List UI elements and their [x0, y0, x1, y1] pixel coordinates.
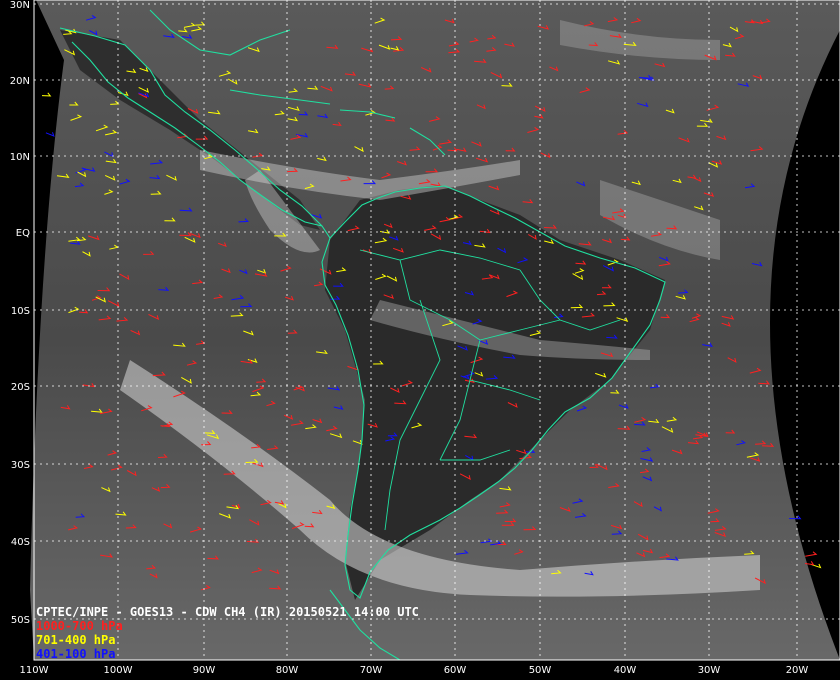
legend-high-level: 401-100 hPa: [36, 647, 115, 661]
latitude-label: 30N: [10, 0, 30, 11]
latitude-label: 40S: [11, 537, 30, 548]
longitude-label: 20W: [786, 665, 809, 676]
longitude-label: 50W: [529, 665, 552, 676]
legend-low-level: 1000-700 hPa: [36, 619, 123, 633]
map-canvas: 30N 20N 10N EQ 10S 20S 30S 40S 50S 110W 100W 90W 80…: [0, 0, 840, 680]
longitude-label: 30W: [698, 665, 721, 676]
latitude-label: EQ: [16, 228, 30, 239]
ir-imagery: [0, 0, 840, 660]
longitude-label: 70W: [360, 665, 383, 676]
longitude-label: 60W: [444, 665, 467, 676]
latitude-label: 30S: [11, 460, 30, 471]
latitude-label: 50S: [11, 615, 30, 626]
longitude-label: 80W: [276, 665, 299, 676]
longitude-label: 100W: [104, 665, 133, 676]
latitude-label: 10N: [10, 152, 30, 163]
longitude-label: 90W: [193, 665, 216, 676]
latitude-label: 20N: [10, 76, 30, 87]
latitude-label: 10S: [11, 306, 30, 317]
longitude-label: 40W: [614, 665, 637, 676]
longitude-label: 110W: [20, 665, 49, 676]
latitude-label: 20S: [11, 382, 30, 393]
satellite-wind-map: 30N 20N 10N EQ 10S 20S 30S 40S 50S 110W 100W 90W 80…: [0, 0, 840, 680]
image-title: CPTEC/INPE - GOES13 - CDW CH4 (IR) 20150…: [36, 605, 419, 619]
legend-mid-level: 701-400 hPa: [36, 633, 115, 647]
